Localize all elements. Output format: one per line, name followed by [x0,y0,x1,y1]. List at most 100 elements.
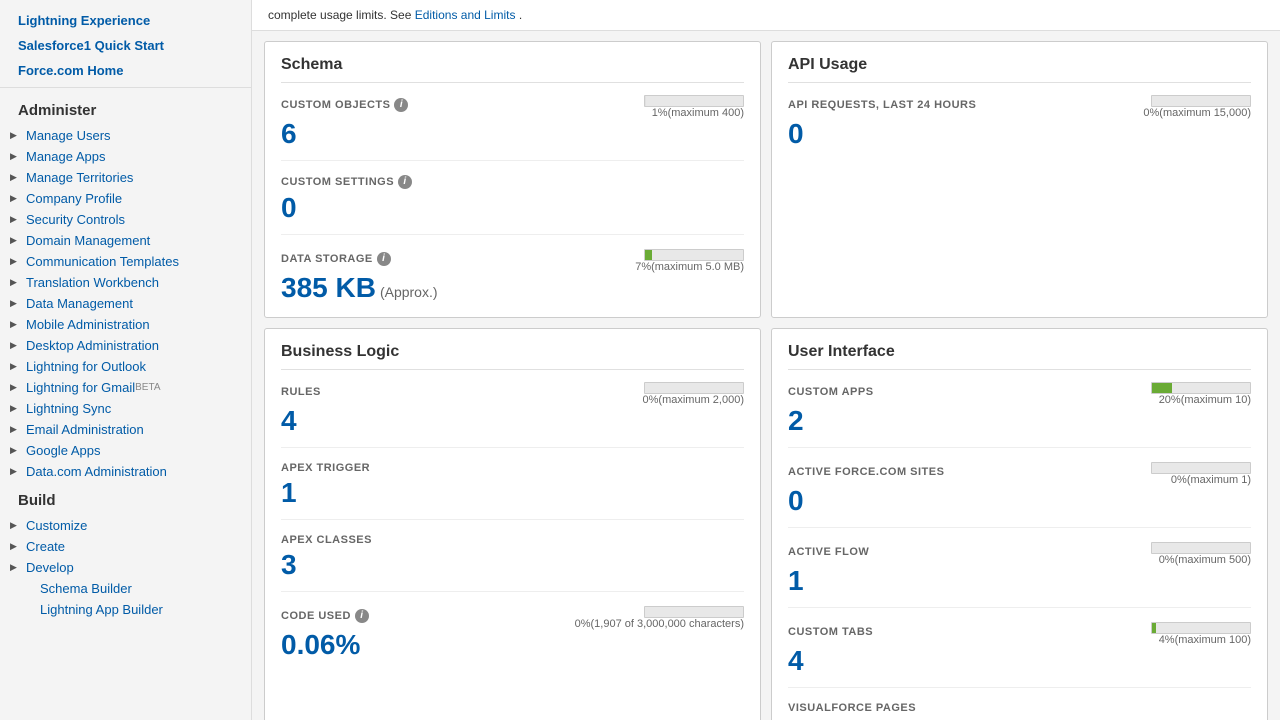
metric-custom-apps: CUSTOM APPS 20%(maximum 10) 2 [788,382,1251,448]
sidebar-item-data-management[interactable]: ▶Data Management [0,293,251,314]
sidebar-item-lightning-sync[interactable]: ▶Lightning Sync [0,398,251,419]
metric-label-text-apex-trigger: APEX TRIGGER [281,462,370,474]
metric-label-custom-settings: CUSTOM SETTINGS i [281,175,412,189]
metric-label-text-custom-settings: CUSTOM SETTINGS [281,176,394,188]
sidebar-item-label: Manage Apps [26,149,106,164]
sidebar-item-desktop-administration[interactable]: ▶Desktop Administration [0,335,251,356]
metric-value-unit-data-storage: (Approx.) [380,284,438,300]
sidebar-item-manage-users[interactable]: ▶Manage Users [0,125,251,146]
metric-label-active-flow: ACTIVE FLOW [788,546,869,558]
sidebar-item-communication-templates[interactable]: ▶Communication Templates [0,251,251,272]
sidebar-item-company-profile[interactable]: ▶Company Profile [0,188,251,209]
metric-label-text-custom-tabs: CUSTOM TABS [788,626,873,638]
sidebar-item-label: Schema Builder [40,581,132,596]
progress-pct-api-requests: 0%(maximum 15,000) [1143,107,1251,119]
progress-fill-custom-apps [1152,383,1172,393]
sidebar-top-items: Lightning ExperienceSalesforce1 Quick St… [0,8,251,83]
sidebar-top-item-salesforce1-quick-start[interactable]: Salesforce1 Quick Start [0,33,251,58]
sidebar-item-label: Email Administration [26,422,144,437]
sidebar-item-label: Company Profile [26,191,122,206]
sidebar-item-datacom-administration[interactable]: ▶ Data.com Administration [0,461,251,482]
sidebar-item-manage-apps[interactable]: ▶ Manage Apps [0,146,251,167]
metric-label-text-rules: RULES [281,386,321,398]
metric-label-text-custom-apps: CUSTOM APPS [788,386,874,398]
sidebar-item-lightning-for-gmail[interactable]: ▶Lightning for Gmail BETA [0,377,251,398]
sidebar-item-translation-workbench[interactable]: ▶Translation Workbench [0,272,251,293]
progress-bar-custom-objects [644,95,744,107]
triangle-icon: ▶ [10,151,22,163]
panel-title-api-usage: API Usage [788,56,1251,83]
triangle-icon: ▶ [10,277,22,289]
sidebar-item-schema-builder[interactable]: Schema Builder [0,578,251,599]
metric-label-apex-classes: APEX CLASSES [281,534,372,546]
sidebar-item-manage-territories[interactable]: ▶Manage Territories [0,167,251,188]
progress-bar-data-storage [644,249,744,261]
sidebar-item-customize[interactable]: ▶ Customize [0,515,251,536]
info-icon-custom-settings[interactable]: i [398,175,412,189]
metric-value-api-requests: 0 [788,119,804,150]
triangle-icon: ▶ [10,562,22,574]
metric-value-active-forcecom-sites: 0 [788,486,804,517]
triangle-icon: ▶ [10,256,22,268]
triangle-icon [24,583,36,595]
sidebar-item-email-administration[interactable]: ▶ Email Administration [0,419,251,440]
progress-pct-custom-apps: 20%(maximum 10) [1159,394,1251,406]
metric-value-rules: 4 [281,406,297,437]
metric-active-forcecom-sites: ACTIVE FORCE.COM SITES 0%(maximum 1) 0 [788,462,1251,528]
triangle-icon: ▶ [10,319,22,331]
metric-value-data-storage: 385 KB [281,273,376,304]
progress-pct-data-storage: 7%(maximum 5.0 MB) [635,261,744,273]
sidebar-item-label: Lightning for Gmail [26,380,135,395]
sidebar-item-label: Manage Territories [26,170,133,185]
sidebar-item-lightning-app-builder[interactable]: Lightning App Builder [0,599,251,620]
progress-fill-custom-objects [645,96,646,106]
metric-label-text-active-forcecom-sites: ACTIVE FORCE.COM SITES [788,466,944,478]
metric-active-flow: ACTIVE FLOW0%(maximum 500)1 [788,542,1251,608]
progress-bar-active-flow [1151,542,1251,554]
metric-value-active-flow: 1 [788,566,804,597]
sidebar-item-security-controls[interactable]: ▶Security Controls [0,209,251,230]
sidebar-item-develop[interactable]: ▶Develop [0,557,251,578]
metric-label-api-requests: API REQUESTS, LAST 24 HOURS [788,99,976,111]
progress-pct-active-forcecom-sites: 0%(maximum 1) [1171,474,1251,486]
sidebar-section-administer: Administer [0,92,251,125]
info-icon-data-storage[interactable]: i [377,252,391,266]
metric-label-text-custom-objects: CUSTOM OBJECTS [281,99,390,111]
metric-label-custom-objects: CUSTOM OBJECTS i [281,98,408,112]
panels-row-1: SchemaCUSTOM OBJECTSi1%(maximum 400)6CUS… [252,31,1280,318]
panel-title-schema: Schema [281,56,744,83]
progress-pct-custom-tabs: 4%(maximum 100) [1159,634,1251,646]
sidebar-item-label: Domain Management [26,233,150,248]
progress-bar-code-used [644,606,744,618]
progress-pct-rules: 0%(maximum 2,000) [643,394,744,406]
sidebar-item-label: Manage Users [26,128,111,143]
metric-label-text-visualforce-pages: VISUALFORCE PAGES [788,702,916,714]
metric-value-custom-apps: 2 [788,406,804,437]
top-bar-text: complete usage limits. See [268,8,415,22]
triangle-icon: ▶ [10,361,22,373]
metric-custom-objects: CUSTOM OBJECTSi1%(maximum 400)6 [281,95,744,161]
sidebar-item-label: Customize [26,518,87,533]
sidebar-top-item-forcecom-home[interactable]: Force.com Home [0,58,251,83]
metric-custom-tabs: CUSTOM TABS 4%(maximum 100) 4 [788,622,1251,688]
info-icon-custom-objects[interactable]: i [394,98,408,112]
sidebar-item-label: Data.com Administration [26,464,167,479]
sidebar-item-lightning-for-outlook[interactable]: ▶Lightning for Outlook [0,356,251,377]
sidebar-item-domain-management[interactable]: ▶Domain Management [0,230,251,251]
triangle-icon: ▶ [10,520,22,532]
progress-bar-api-requests [1151,95,1251,107]
sidebar-sections: Administer▶Manage Users▶Manage Apps▶Mana… [0,92,251,620]
info-icon-code-used[interactable]: i [355,609,369,623]
triangle-icon: ▶ [10,424,22,436]
editions-limits-link[interactable]: Editions and Limits [415,8,516,22]
metric-apex-trigger: APEX TRIGGER1 [281,462,744,520]
sidebar-item-label: Google Apps [26,443,100,458]
sidebar-item-google-apps[interactable]: ▶Google Apps [0,440,251,461]
metric-label-text-apex-classes: APEX CLASSES [281,534,372,546]
triangle-icon: ▶ [10,466,22,478]
metric-value-custom-tabs: 4 [788,646,804,677]
sidebar-top-item-lightning-experience[interactable]: Lightning Experience [0,8,251,33]
sidebar-item-mobile-administration[interactable]: ▶Mobile Administration [0,314,251,335]
sidebar-item-create[interactable]: ▶Create [0,536,251,557]
metric-value-custom-settings: 0 [281,193,297,224]
